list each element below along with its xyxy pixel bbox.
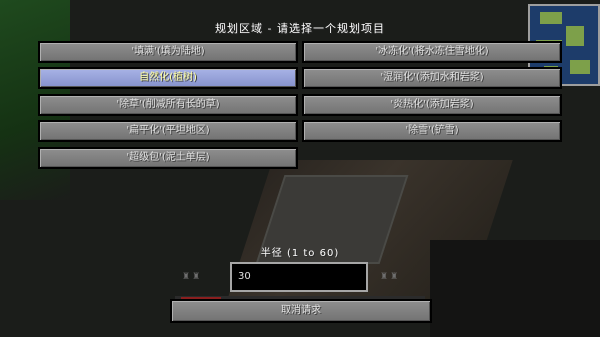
cancel-button[interactable]: 取消请求	[170, 299, 432, 323]
option-moisten-button[interactable]: '湿润化'(添加水和岩浆)	[302, 67, 562, 89]
option-naturalize-button[interactable]: 自然化(植树)	[38, 67, 298, 89]
option-heat-button[interactable]: '炎热化'(添加岩浆)	[302, 94, 562, 116]
option-freeze-button[interactable]: '冰冻化'(将水冻住雪地化)	[302, 41, 562, 63]
food-icon: ♜♜	[380, 272, 401, 282]
option-superpack-button[interactable]: '超级包'(泥土单层)	[38, 147, 298, 169]
radius-input[interactable]: 30	[230, 262, 368, 292]
option-remove-snow-button[interactable]: '除雪'(铲雪)	[302, 120, 562, 142]
option-weed-button[interactable]: '除草'(削减所有长的草)	[38, 94, 298, 116]
armor-icon: ♜♜	[182, 272, 203, 282]
dialog-title: 规划区域 - 请选择一个规划项目	[215, 22, 385, 35]
radius-label: 半径 (1 to 60)	[260, 248, 340, 259]
option-flatten-button[interactable]: '扁平化'(平坦地区)	[38, 120, 298, 142]
option-fill-button[interactable]: '填满'(填为陆地)	[38, 41, 298, 63]
